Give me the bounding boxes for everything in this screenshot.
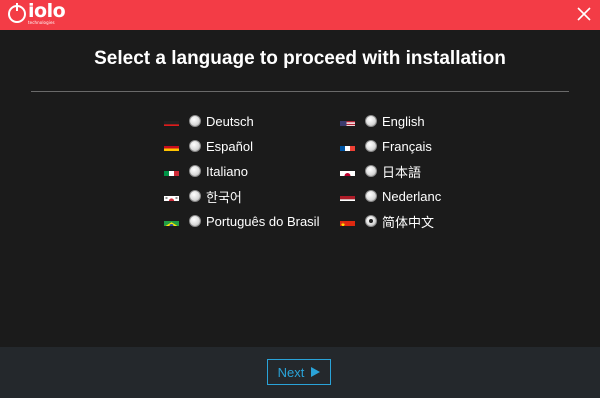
language-label: Nederlanc (382, 188, 442, 204)
radio-english[interactable] (365, 115, 377, 127)
flag-china-icon (340, 216, 355, 226)
radio-japanese[interactable] (365, 165, 377, 177)
next-button-label: Next (277, 364, 305, 380)
language-option-espanol[interactable]: Español (164, 136, 253, 156)
radio-portugues-brasil[interactable] (189, 215, 201, 227)
flag-usa-icon (340, 116, 355, 126)
divider (31, 91, 569, 92)
radio-chinese-simplified[interactable] (365, 215, 377, 227)
language-label: 한국어 (206, 189, 242, 205)
power-logo-icon (8, 3, 26, 23)
page-title: Select a language to proceed with instal… (94, 48, 506, 69)
flag-japan-icon (340, 166, 355, 176)
flag-brazil-icon (164, 216, 179, 226)
radio-espanol[interactable] (189, 140, 201, 152)
iolo-logo: iolo technologies (8, 0, 66, 27)
radio-korean[interactable] (189, 190, 201, 202)
flag-france-icon (340, 141, 355, 151)
language-option-portugues-brasil[interactable]: Português do Brasil (164, 211, 319, 231)
radio-nederlands[interactable] (365, 190, 377, 202)
flag-korea-icon (164, 191, 179, 201)
language-label: Italiano (206, 163, 248, 179)
close-button[interactable] (574, 4, 594, 24)
language-option-chinese-simplified[interactable]: 简体中文 (340, 211, 434, 231)
title-bar: iolo technologies (0, 0, 600, 30)
flag-netherlands-icon (340, 191, 355, 201)
language-label: Español (206, 138, 253, 154)
flag-germany-icon (164, 116, 179, 126)
flag-spain-icon (164, 141, 179, 151)
language-label: 日本語 (382, 164, 422, 180)
close-icon (577, 7, 591, 21)
language-option-italiano[interactable]: Italiano (164, 161, 248, 181)
language-option-japanese[interactable]: 日本語 (340, 161, 421, 181)
language-option-nederlands[interactable]: Nederlanc (340, 186, 441, 206)
flag-italy-icon (164, 166, 179, 176)
next-button[interactable]: Next (267, 359, 331, 385)
logo-tagline: technologies (28, 20, 55, 25)
language-option-english[interactable]: English (340, 111, 425, 131)
radio-italiano[interactable] (189, 165, 201, 177)
language-label: Deutsch (206, 113, 254, 129)
logo-wordmark: iolo (28, 0, 66, 22)
language-label: Português do Brasil (206, 213, 320, 229)
language-option-francais[interactable]: Français (340, 136, 432, 156)
play-arrow-icon (311, 367, 321, 377)
language-label: 简体中文 (382, 214, 435, 230)
language-option-deutsch[interactable]: Deutsch (164, 111, 254, 131)
language-label: Français (382, 138, 432, 154)
radio-deutsch[interactable] (189, 115, 201, 127)
language-option-korean[interactable]: 한국어 (164, 186, 242, 206)
language-label: English (382, 113, 425, 129)
radio-francais[interactable] (365, 140, 377, 152)
